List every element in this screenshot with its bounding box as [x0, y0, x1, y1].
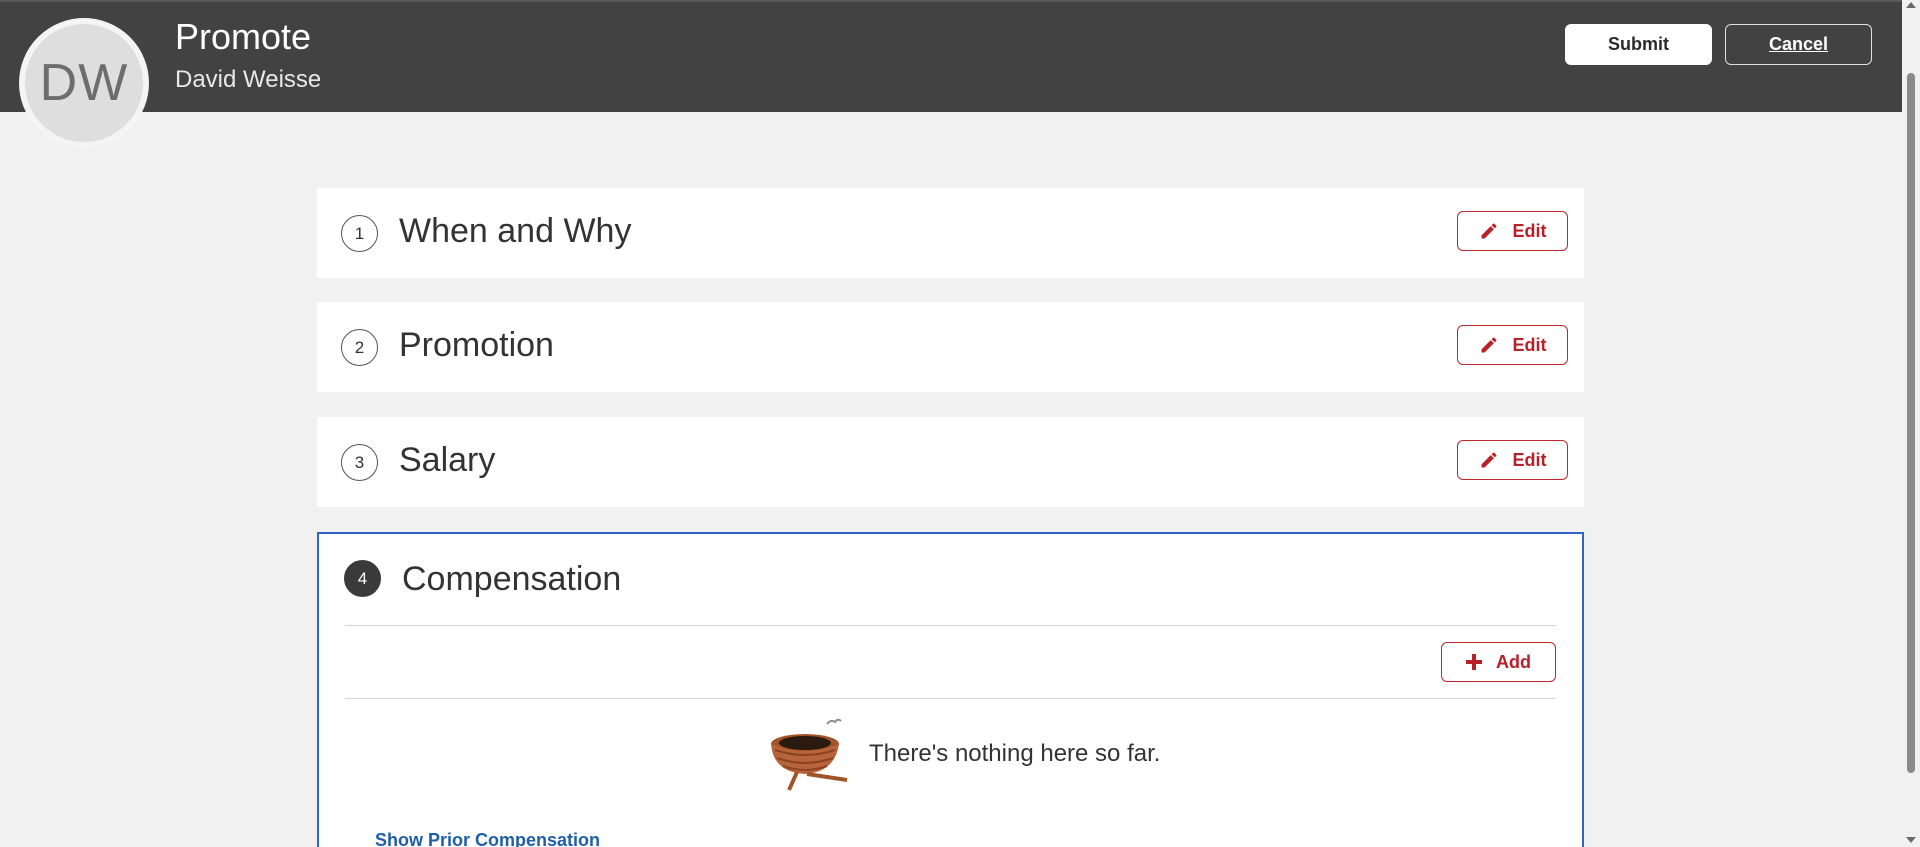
- step-number: 2: [341, 329, 378, 366]
- plus-icon: [1466, 654, 1482, 670]
- vertical-scrollbar[interactable]: [1902, 0, 1920, 847]
- add-compensation-button[interactable]: Add: [1441, 642, 1556, 682]
- edit-button-label: Edit: [1512, 334, 1547, 355]
- edit-button-label: Edit: [1512, 449, 1547, 470]
- section-title: Compensation: [402, 560, 622, 598]
- empty-state: There's nothing here so far.: [767, 714, 1160, 794]
- avatar: DW: [19, 18, 149, 148]
- edit-salary-button[interactable]: Edit: [1457, 440, 1568, 480]
- step-number: 1: [341, 215, 378, 252]
- section-title: Promotion: [399, 326, 554, 364]
- scrollbar-thumb[interactable]: [1907, 73, 1915, 773]
- pencil-icon: [1481, 223, 1496, 239]
- page-header: Promote David Weisse Submit Cancel: [0, 0, 1902, 112]
- divider: [345, 625, 1556, 626]
- section-promotion: 2 Promotion Edit: [317, 302, 1584, 392]
- step-number: 4: [344, 560, 381, 597]
- show-prior-compensation-link[interactable]: Show Prior Compensation: [375, 830, 600, 847]
- step-number: 3: [341, 444, 378, 481]
- edit-promotion-button[interactable]: Edit: [1457, 325, 1568, 365]
- pencil-icon: [1481, 337, 1496, 353]
- scroll-up-arrow-icon[interactable]: [1906, 2, 1916, 8]
- cancel-button-label: Cancel: [1768, 34, 1829, 54]
- submit-button[interactable]: Submit: [1565, 24, 1712, 65]
- edit-button-label: Edit: [1512, 220, 1547, 241]
- avatar-initials: DW: [39, 54, 129, 112]
- section-salary: 3 Salary Edit: [317, 417, 1584, 507]
- section-when-and-why: 1 When and Why Edit: [317, 188, 1584, 278]
- empty-message: There's nothing here so far.: [869, 740, 1161, 767]
- empty-nest-icon: [771, 718, 848, 791]
- person-name: David Weisse: [175, 66, 322, 93]
- section-title: When and Why: [399, 212, 632, 250]
- add-button-label: Add: [1496, 651, 1531, 672]
- scroll-down-arrow-icon[interactable]: [1906, 837, 1916, 843]
- edit-when-and-why-button[interactable]: Edit: [1457, 211, 1568, 251]
- cancel-button[interactable]: Cancel: [1725, 24, 1872, 65]
- section-title: Salary: [399, 441, 496, 479]
- section-compensation: 4 Compensation Add There's nothing here …: [317, 532, 1584, 847]
- page-title: Promote: [175, 16, 312, 57]
- divider: [345, 698, 1556, 699]
- pencil-icon: [1481, 452, 1496, 468]
